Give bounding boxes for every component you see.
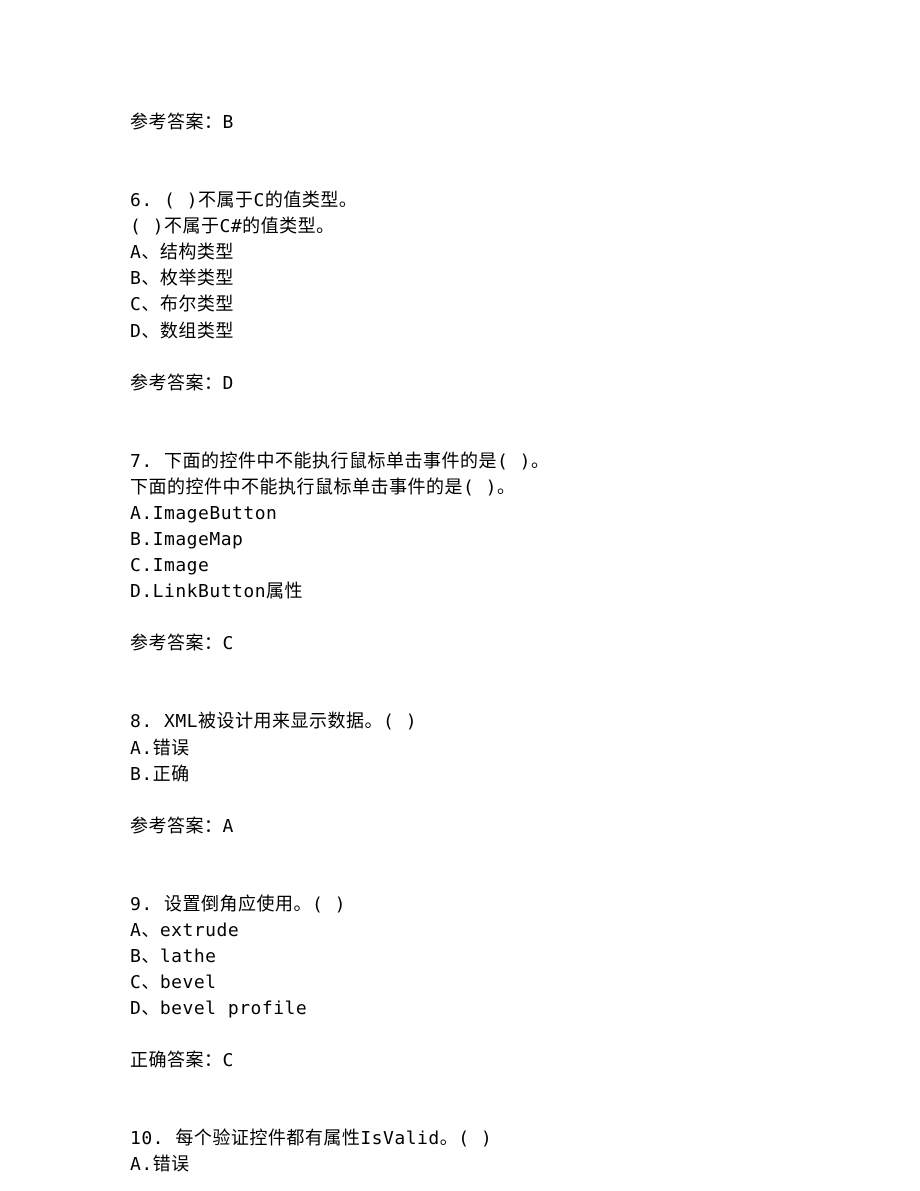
question-7: 7. 下面的控件中不能执行鼠标单击事件的是( )。 下面的控件中不能执行鼠标单击… <box>130 449 790 606</box>
q9-option-a: A、extrude <box>130 918 790 944</box>
q8-answer: 参考答案：A <box>130 814 790 840</box>
q7-repeat: 下面的控件中不能执行鼠标单击事件的是( )。 <box>130 475 790 501</box>
q7-option-c: C.Image <box>130 553 790 579</box>
q6-answer: 参考答案：D <box>130 371 790 397</box>
q9-option-d: D、bevel profile <box>130 996 790 1022</box>
q8-option-b: B.正确 <box>130 762 790 788</box>
q6-option-c: C、布尔类型 <box>130 292 790 318</box>
q7-option-d: D.LinkButton属性 <box>130 579 790 605</box>
q7-title: 7. 下面的控件中不能执行鼠标单击事件的是( )。 <box>130 449 790 475</box>
q7-option-b: B.ImageMap <box>130 527 790 553</box>
q9-option-c: C、bevel <box>130 970 790 996</box>
previous-answer: 参考答案：B <box>130 110 790 136</box>
q9-title: 9. 设置倒角应使用。( ) <box>130 892 790 918</box>
q8-title: 8. XML被设计用来显示数据。( ) <box>130 709 790 735</box>
q9-option-b: B、lathe <box>130 944 790 970</box>
question-9: 9. 设置倒角应使用。( ) A、extrude B、lathe C、bevel… <box>130 892 790 1022</box>
question-8: 8. XML被设计用来显示数据。( ) A.错误 B.正确 <box>130 709 790 787</box>
question-6: 6. ( )不属于C的值类型。 ( )不属于C#的值类型。 A、结构类型 B、枚… <box>130 188 790 345</box>
q8-option-a: A.错误 <box>130 736 790 762</box>
q6-repeat: ( )不属于C#的值类型。 <box>130 214 790 240</box>
question-10: 10. 每个验证控件都有属性IsValid。( ) A.错误 <box>130 1126 790 1178</box>
q6-option-d: D、数组类型 <box>130 319 790 345</box>
q10-option-a: A.错误 <box>130 1152 790 1178</box>
q6-option-b: B、枚举类型 <box>130 266 790 292</box>
q6-option-a: A、结构类型 <box>130 240 790 266</box>
q9-answer: 正确答案：C <box>130 1048 790 1074</box>
q7-option-a: A.ImageButton <box>130 501 790 527</box>
q6-title: 6. ( )不属于C的值类型。 <box>130 188 790 214</box>
q7-answer: 参考答案：C <box>130 631 790 657</box>
q10-title: 10. 每个验证控件都有属性IsValid。( ) <box>130 1126 790 1152</box>
